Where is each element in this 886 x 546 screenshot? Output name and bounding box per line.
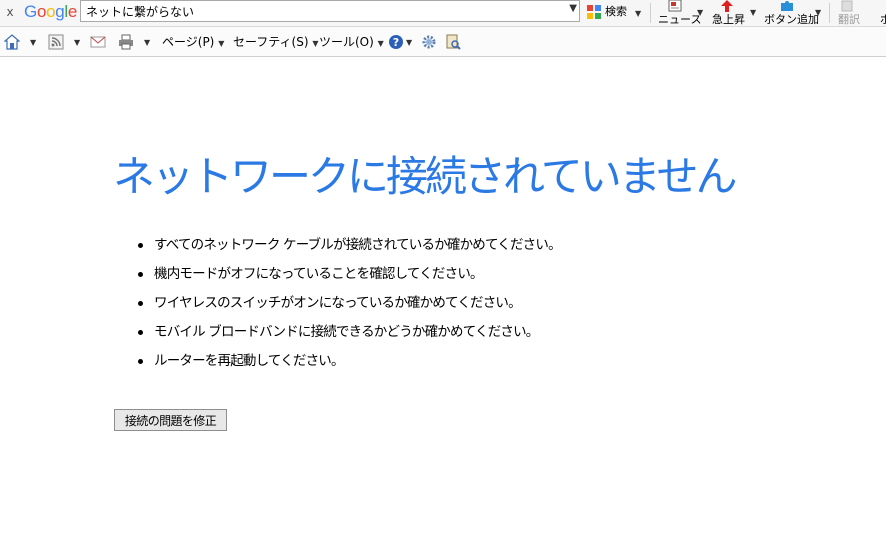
printer-icon — [119, 34, 133, 50]
google-toolbar: x Google ▼ 検索 ▼ ニュース ▼ 急上昇 ▼ — [0, 0, 886, 27]
add-button-button[interactable]: ボタン追加 ▼ — [761, 0, 825, 26]
logo-letter: g — [55, 2, 65, 21]
logo-letter: o — [46, 2, 56, 21]
page-menu-label: ページ(P) — [162, 35, 215, 49]
fix-connection-button[interactable]: 接続の問題を修正 — [114, 409, 227, 431]
list-item: 機内モードがオフになっていることを確認してください。 — [136, 264, 561, 293]
overflow-glyph-icon: ボ — [880, 13, 886, 26]
chevron-down-icon: ▼ — [312, 39, 319, 48]
logo-letter: G — [24, 2, 37, 21]
logo-letter: e — [67, 2, 78, 21]
toolbar-divider — [829, 3, 830, 23]
logo-letter: o — [36, 2, 47, 21]
translate-button-label: 翻訳 — [838, 13, 860, 26]
rss-feed-icon — [48, 34, 64, 50]
up-arrow-icon — [721, 0, 733, 12]
trending-button-label: 急上昇 — [712, 13, 745, 26]
google-search-button[interactable]: 検索 ▼ — [585, 0, 647, 26]
research-icon — [446, 34, 461, 50]
news-button-label: ニュース — [658, 13, 702, 26]
chevron-down-icon[interactable]: ▼ — [30, 34, 36, 52]
chevron-down-icon[interactable]: ▼ — [750, 7, 756, 19]
close-toolbar-button[interactable]: x — [3, 4, 17, 20]
page-title: ネットワークに接続されていません — [113, 152, 737, 201]
trending-button[interactable]: 急上昇 ▼ — [708, 0, 758, 26]
list-item: モバイル ブロードバンドに接続できるかどうか確かめてください。 — [136, 322, 561, 351]
help-icon: ? — [389, 35, 403, 49]
mail-icon — [90, 36, 106, 48]
chevron-down-icon[interactable]: ▼ — [815, 7, 821, 19]
safety-menu[interactable]: セーフティ(S) ▼ — [233, 33, 319, 51]
page-menu[interactable]: ページ(P) ▼ — [162, 33, 224, 51]
chevron-down-icon: ▼ — [218, 39, 225, 48]
google-search-box: ▼ — [80, 0, 580, 22]
more-toolbar-button[interactable]: ボ — [878, 0, 886, 26]
list-item: ワイヤレスのスイッチがオンになっているか確かめてください。 — [136, 293, 561, 322]
safety-menu-label: セーフティ(S) — [233, 35, 309, 49]
list-item: ルーターを再起動してください。 — [136, 351, 561, 380]
search-button-label: 検索 — [605, 5, 627, 18]
troubleshooting-list: すべてのネットワーク ケーブルが接続されているか確かめてください。 機内モードが… — [136, 235, 562, 380]
tools-menu-label: ツール(O) — [319, 35, 374, 49]
gear-icon — [422, 35, 436, 49]
news-button[interactable]: ニュース ▼ — [656, 0, 706, 26]
chevron-down-icon[interactable]: ▼ — [697, 7, 703, 19]
translate-icon — [841, 0, 853, 12]
command-bar: ▼ ▼ ▼ ページ(P) ▼ セーフティ(S) ▼ ツール(O) ▼ ? ▼ — [0, 27, 886, 57]
google-g-icon — [587, 5, 601, 19]
search-input[interactable] — [81, 1, 566, 21]
chevron-down-icon: ▼ — [377, 39, 384, 48]
chevron-down-icon[interactable]: ▼ — [74, 34, 80, 52]
toolbar-divider — [650, 3, 651, 23]
chevron-down-icon[interactable]: ▼ — [569, 3, 577, 14]
list-item: すべてのネットワーク ケーブルが接続されているか確かめてください。 — [136, 235, 562, 264]
home-icon — [4, 34, 20, 50]
news-icon — [668, 0, 682, 12]
google-logo: Google — [24, 2, 77, 22]
error-page: ネットワークに接続されていません すべてのネットワーク ケーブルが接続されている… — [0, 57, 886, 546]
svg-text:?: ? — [393, 36, 399, 49]
tools-menu[interactable]: ツール(O) ▼ — [319, 33, 384, 51]
translate-button[interactable]: 翻訳 — [834, 0, 864, 26]
chevron-down-icon[interactable]: ▼ — [144, 34, 150, 52]
puzzle-piece-icon — [781, 1, 793, 11]
chevron-down-icon[interactable]: ▼ — [635, 8, 641, 20]
chevron-down-icon[interactable]: ▼ — [406, 34, 412, 52]
add-button-label: ボタン追加 — [764, 13, 819, 26]
